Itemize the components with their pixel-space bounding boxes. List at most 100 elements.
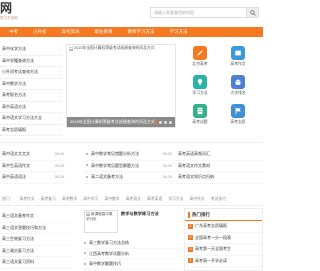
list-item[interactable]: 高中数学解题技巧	[84, 259, 180, 270]
tag-link[interactable]: 高中作文	[189, 197, 204, 201]
tag-link[interactable]: 高考作文	[19, 197, 34, 201]
rank-item-title: 高考高一开学必读	[195, 257, 227, 263]
news-item[interactable]: 高二语文备考方法 09-29	[84, 172, 174, 184]
news-date: 09-30	[162, 163, 172, 168]
list-item[interactable]: 高三语文答题技巧和方法	[0, 223, 72, 234]
menu-item-label: 高考志愿填报	[2, 126, 26, 132]
menu-item-label: 高中语文学习方法大全	[2, 115, 42, 120]
quick-link[interactable]: 高考作文	[219, 46, 257, 72]
list-item-title: 高三语文备考作文	[2, 213, 34, 218]
slide-dot[interactable]	[169, 120, 172, 124]
rank-number: 4	[188, 258, 193, 264]
tag-link[interactable]: 高考数学	[62, 197, 77, 201]
pencil-icon	[193, 46, 207, 60]
news-item[interactable]: 高考语文知识点归纳	[176, 172, 263, 184]
slide-dot[interactable]	[154, 120, 157, 124]
bullet-icon	[86, 164, 88, 167]
news-date: 09-26	[54, 152, 64, 156]
menu-item-label: 高中英语方法	[2, 103, 26, 109]
menu-item[interactable]: 高考志愿填报	[0, 125, 62, 136]
news-section: 高中语文文言文 09-26 高中生英语作文 09-26 高中英语语法 09-25 高中…	[0, 149, 263, 184]
list-item-title: 高三语文复习资料	[2, 259, 34, 264]
hot-ranking: 热门排行 1 广东高考志愿填报 2 全国高考一分一段表 3 高考第一天全国考生 4 高考…	[184, 208, 263, 271]
search-input[interactable]	[151, 8, 246, 17]
slide-caption-bar[interactable]: 2015年全国计算机等级考试成绩查询时间及方式	[67, 117, 175, 127]
menu-item[interactable]: 高中数学方法	[0, 79, 62, 90]
bullet-icon	[86, 152, 88, 155]
nav-item-xiaoshengchu[interactable]: 小升初	[33, 27, 47, 37]
news-item[interactable]: 高中数学常见错题分析方法 09-30	[84, 149, 174, 161]
article-list: 高三语文备考作文 高三语文答题技巧和方法 高三生物复习方法 高三政治复习方法 高…	[0, 211, 72, 269]
menu-item-label: 高中学籍查询方法	[2, 57, 34, 63]
menu-item[interactable]: 高中化学方法	[0, 44, 62, 56]
rank-item-title: 高考第一天全国考生	[195, 246, 231, 252]
site-slogan: 学习方法网	[0, 16, 18, 20]
news-title: 高考语文知识点归纳	[178, 174, 214, 179]
list-item[interactable]: 高三语文备考作文	[0, 211, 72, 223]
bullet-icon	[86, 175, 88, 178]
nav-item-gaokao-news[interactable]: 高考资讯	[62, 27, 80, 37]
news-title: 高中数学常见错题分析方法	[91, 151, 139, 156]
quick-link[interactable]: 高考志愿	[219, 104, 257, 130]
quick-link-label: 高考作文	[230, 61, 246, 66]
list-item[interactable]: 高三语文复习资料	[0, 257, 72, 269]
search-button[interactable]	[247, 7, 259, 18]
nav-item-vocational[interactable]: 职业教育	[95, 27, 113, 37]
news-title: 高中英语语法	[2, 174, 26, 179]
menu-item[interactable]: 高中语文学习方法大全	[0, 113, 62, 125]
rank-item[interactable]: 3 高考第一天全国考生	[185, 244, 262, 256]
quick-link-label: 大学排名	[230, 90, 246, 95]
menu-item[interactable]: 高中英语方法	[0, 102, 62, 113]
quick-link[interactable]: 北京高考	[181, 46, 219, 72]
list-item-title: 高三生物复习方法	[2, 236, 34, 241]
menu-item[interactable]: 高考报名方法	[0, 90, 62, 102]
broken-image-icon	[86, 212, 90, 217]
news-date: 09-30	[162, 152, 172, 156]
tag-link[interactable]: 高中学习	[83, 197, 98, 201]
nav-item-teacher-methods[interactable]: 教师学习方法	[128, 27, 155, 37]
tag-link[interactable]: 高考英语	[147, 197, 162, 201]
news-item[interactable]: 高考语文作文素材	[176, 161, 263, 172]
quick-link[interactable]: 学习方法	[181, 75, 219, 101]
tag-link[interactable]: 高中数学	[104, 197, 119, 201]
list-item[interactable]: 高三数学复习方法总结	[84, 238, 180, 249]
slide-dot[interactable]	[159, 120, 162, 124]
rank-item[interactable]: 4 高考高一开学必读	[185, 256, 262, 267]
rank-number: 3	[188, 246, 193, 252]
book-icon	[231, 46, 245, 60]
feature-image[interactable]: 新课程高中数学分析	[84, 210, 118, 233]
slide-dot[interactable]	[164, 120, 167, 124]
list-item[interactable]: 江西高考数学试题分析	[84, 249, 180, 259]
tag-link[interactable]: 高考复习	[41, 197, 56, 201]
featured-slider[interactable]: 2015年全国计算机等级考试成绩查询时间及方式 2015年全国计算机等级考试成绩…	[66, 44, 176, 128]
nav-item-study-methods[interactable]: 学习方法	[170, 27, 188, 37]
news-column: 高中数学常见错题分析方法 09-30 高中数学常见题型解题方法 09-30 高二语文…	[84, 149, 174, 184]
list-item[interactable]: 高三政治复习方法	[0, 246, 72, 257]
menu-item[interactable]: 高中学籍查询方法	[0, 56, 62, 67]
quick-link[interactable]: 大学排名	[219, 75, 257, 101]
tag-link[interactable]: 考试技巧	[211, 197, 226, 201]
news-item[interactable]: 高中语文文言文 09-26	[0, 149, 66, 161]
news-item[interactable]: 高中生英语作文 09-26	[0, 161, 66, 172]
feature-title[interactable]: 数学与数学练习方法	[121, 211, 159, 216]
bullet-icon	[84, 262, 86, 265]
slide-image[interactable]: 2015年全国计算机等级考试成绩查询时间及方式	[69, 46, 155, 51]
tag-link[interactable]: 高考语文	[126, 197, 141, 201]
site-logo[interactable]: 网	[0, 2, 12, 14]
hot-tags: 热门： 高考作文 高考复习 高考数学 高中学习 高中数学 高考语文 高考英语 学…	[2, 195, 261, 203]
rank-item-title: 广东高考志愿填报	[195, 223, 227, 229]
tag-link[interactable]: 学习方法	[168, 197, 183, 201]
rank-number: 1	[188, 223, 193, 229]
news-title: 高中数学常见题型解题方法	[91, 162, 139, 168]
nav-item-zhongkao[interactable]: 中考	[9, 27, 18, 37]
menu-item[interactable]: 小升初考试查询方法	[0, 67, 62, 79]
rank-item[interactable]: 2 全国高考一分一段表	[185, 233, 262, 244]
news-item[interactable]: 高中数学常见题型解题方法 09-30	[84, 161, 174, 172]
quick-link[interactable]: 高考试题	[181, 104, 219, 130]
school-icon	[231, 75, 245, 89]
list-item[interactable]: 高三生物复习方法	[0, 234, 72, 246]
quick-links-grid: 北京高考 高考作文 学习方法 大学排名 高考试题 高考志愿	[181, 46, 257, 130]
news-item[interactable]: 高考英语高频词汇	[176, 149, 263, 161]
rank-item[interactable]: 1 广东高考志愿填报	[185, 221, 262, 233]
news-item[interactable]: 高中英语语法 09-25	[0, 172, 66, 184]
